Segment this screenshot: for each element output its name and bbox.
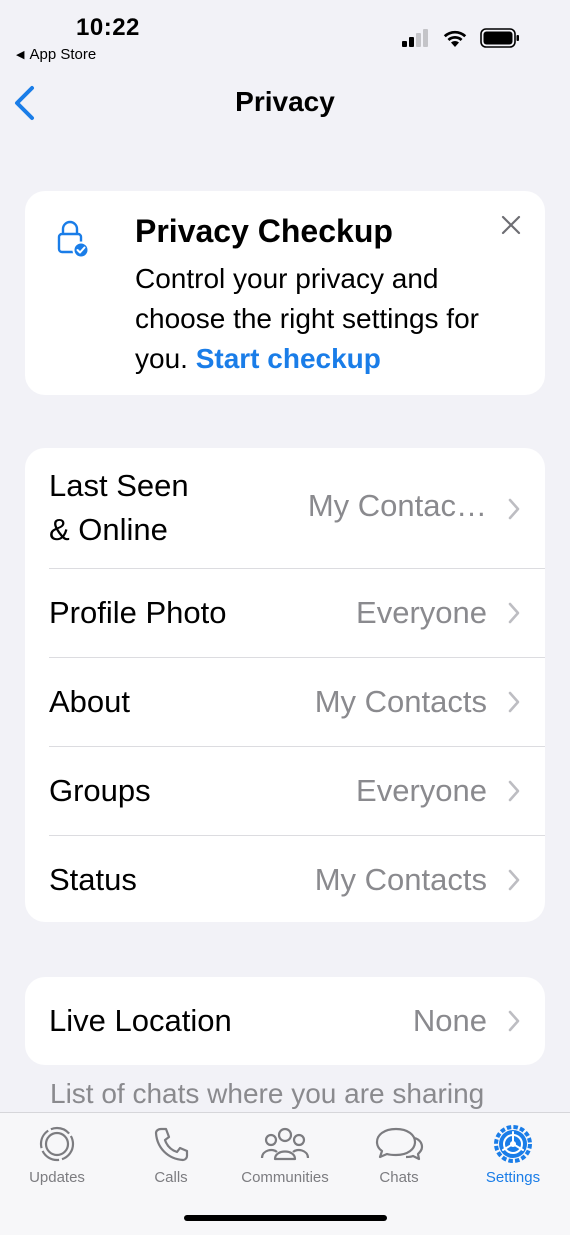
tab-chats-label: Chats bbox=[379, 1169, 419, 1186]
close-icon bbox=[501, 215, 521, 235]
communities-icon bbox=[260, 1127, 310, 1161]
status-row[interactable]: Status My Contacts bbox=[25, 836, 545, 922]
chevron-right-icon bbox=[508, 602, 520, 624]
groups-row[interactable]: Groups Everyone bbox=[25, 747, 545, 835]
tab-chats[interactable]: Chats bbox=[342, 1123, 456, 1186]
tab-updates-label: Updates bbox=[29, 1169, 85, 1186]
profile-photo-label: Profile Photo bbox=[49, 595, 227, 630]
chevron-right-icon bbox=[508, 869, 520, 891]
groups-value: Everyone bbox=[356, 773, 487, 808]
live-location-footnote: List of chats where you are sharing bbox=[50, 1078, 485, 1109]
tab-calls[interactable]: Calls bbox=[114, 1123, 228, 1186]
profile-photo-value: Everyone bbox=[356, 595, 487, 630]
cellular-signal-icon bbox=[402, 29, 428, 47]
home-indicator bbox=[184, 1215, 387, 1221]
live-location-card: Live Location None bbox=[25, 977, 545, 1065]
live-location-row[interactable]: Live Location None bbox=[25, 977, 545, 1065]
tab-settings[interactable]: Settings bbox=[456, 1123, 570, 1186]
last-seen-online-row[interactable]: Last Seen & Online My Contac… bbox=[25, 448, 545, 568]
chevron-right-icon bbox=[508, 691, 520, 713]
close-button[interactable] bbox=[499, 213, 523, 237]
last-seen-line1: Last Seen bbox=[49, 468, 189, 503]
chats-icon bbox=[375, 1127, 424, 1161]
live-location-label: Live Location bbox=[49, 1003, 232, 1038]
page-title: Privacy bbox=[235, 86, 335, 117]
back-to-app-store[interactable]: ◀ App Store bbox=[16, 46, 96, 63]
tab-communities[interactable]: Communities bbox=[228, 1123, 342, 1186]
status-icons bbox=[402, 28, 520, 48]
tab-updates[interactable]: Updates bbox=[0, 1123, 114, 1186]
tab-communities-label: Communities bbox=[241, 1169, 329, 1186]
chevron-right-icon bbox=[508, 1010, 520, 1032]
chevron-right-icon bbox=[508, 780, 520, 802]
lock-check-icon bbox=[55, 219, 93, 264]
tab-calls-label: Calls bbox=[154, 1169, 188, 1186]
nav-bar: Privacy bbox=[0, 70, 570, 136]
chevron-right-icon bbox=[508, 498, 520, 520]
back-triangle-icon: ◀ bbox=[16, 49, 25, 61]
privacy-settings-list: Last Seen & Online My Contac… Profile Ph… bbox=[25, 448, 545, 922]
battery-icon bbox=[480, 28, 519, 48]
settings-icon bbox=[494, 1125, 532, 1163]
last-seen-online-value: My Contac… bbox=[307, 488, 487, 523]
checkup-description: Control your privacy and choose the righ… bbox=[135, 259, 535, 379]
checkup-title: Privacy Checkup bbox=[135, 213, 393, 249]
start-checkup-link[interactable]: Start checkup bbox=[196, 343, 381, 374]
about-row[interactable]: About My Contacts bbox=[25, 658, 545, 746]
status-time: 10:22 bbox=[76, 14, 140, 41]
tab-settings-label: Settings bbox=[485, 1169, 541, 1186]
live-location-value: None bbox=[412, 1003, 487, 1038]
updates-icon bbox=[39, 1126, 75, 1162]
about-label: About bbox=[49, 684, 131, 719]
last-seen-line2: & Online bbox=[49, 512, 168, 547]
groups-label: Groups bbox=[49, 773, 151, 808]
phone-icon bbox=[154, 1127, 189, 1162]
status-bar: 10:22 ◀ App Store bbox=[0, 0, 570, 70]
about-value: My Contacts bbox=[314, 684, 487, 719]
back-to-app-label: App Store bbox=[29, 46, 97, 63]
last-seen-online-label: Last Seen & Online bbox=[49, 464, 189, 552]
privacy-checkup-card: Privacy Checkup Control your privacy and… bbox=[25, 191, 545, 395]
status-value: My Contacts bbox=[314, 862, 487, 897]
profile-photo-row[interactable]: Profile Photo Everyone bbox=[25, 569, 545, 657]
status-label: Status bbox=[49, 862, 137, 897]
wifi-icon bbox=[443, 30, 467, 47]
